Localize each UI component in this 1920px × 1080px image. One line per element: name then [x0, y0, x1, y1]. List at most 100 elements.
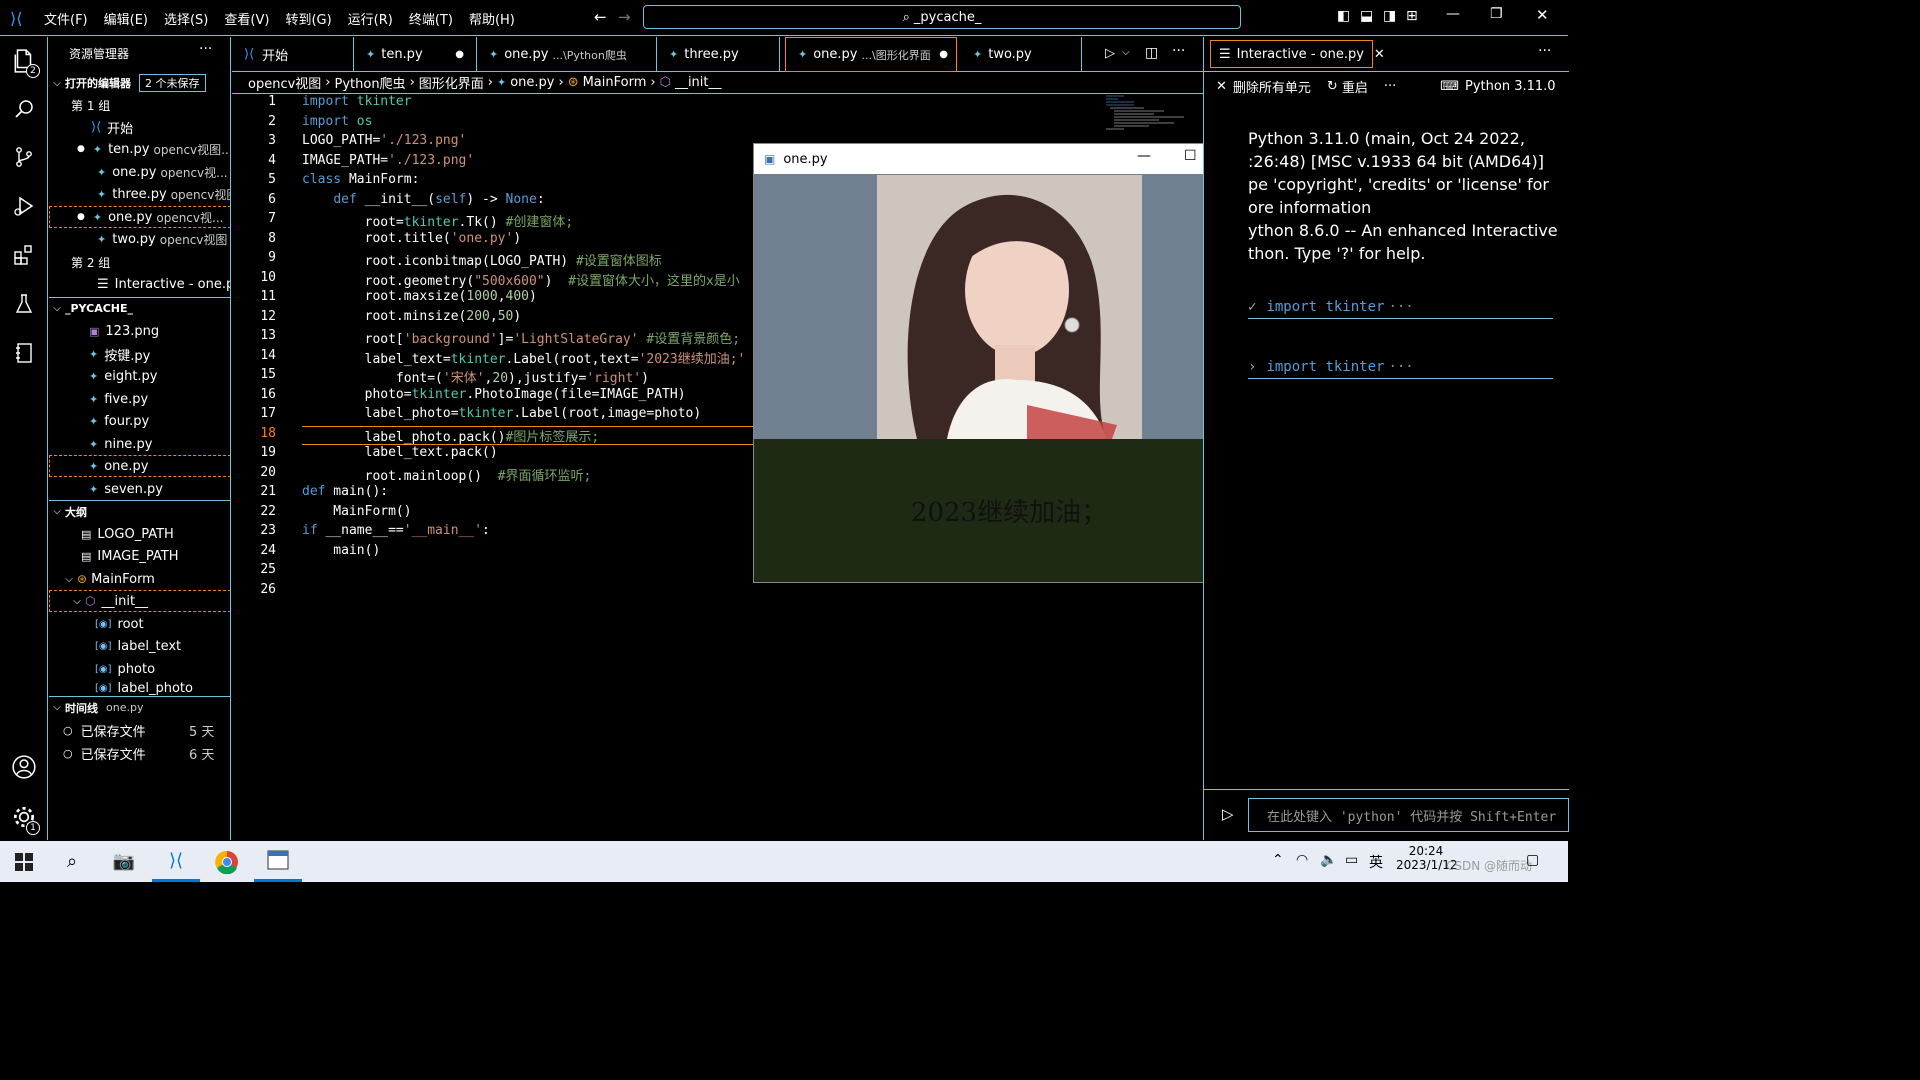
notification-icon[interactable]: ▢ [1526, 852, 1539, 868]
restart-button[interactable]: 重启 [1342, 77, 1368, 96]
code-line[interactable]: if __name__=='__main__': [302, 523, 490, 538]
minimize-icon[interactable]: — [1137, 148, 1151, 164]
file-item[interactable]: ✦ nine.py [49, 433, 230, 455]
source-control-icon[interactable] [0, 133, 48, 181]
command-center[interactable]: ⌕ _pycache_ [643, 5, 1241, 29]
tab-welcome[interactable]: ⟩⟨ 开始 [232, 37, 354, 72]
ime-indicator[interactable]: 英 [1369, 852, 1383, 872]
code-cell[interactable]: › import tkinter ··· [1248, 355, 1553, 379]
tk-title-bar[interactable]: ▣ one.py — ☐ ✕ [754, 144, 1264, 174]
outline-item[interactable]: [◉] photo [49, 658, 230, 680]
outline-header[interactable]: ⌵ 大纲 [49, 500, 230, 522]
code-line[interactable]: root.mainloop() #界面循环监听; [302, 465, 592, 484]
outline-item[interactable]: ⌵ ⊛ MainForm [49, 568, 230, 590]
breadcrumb-item[interactable]: Python爬虫 [335, 73, 406, 92]
tab-interactive[interactable]: ☰ Interactive - one.py ✕ [1210, 40, 1385, 68]
close-icon[interactable]: ✕ [1536, 6, 1549, 24]
code-line[interactable]: root.maxsize(1000,400) [302, 289, 537, 304]
file-item-active[interactable]: ✦ one.py [49, 455, 230, 477]
chrome-icon[interactable] [203, 841, 251, 882]
open-editor-item[interactable]: ✦ two.py opencv视图 [49, 228, 230, 250]
dirty-dot-icon[interactable]: ● [939, 49, 948, 60]
open-editor-item[interactable]: ✦ one.py opencv视... [49, 161, 230, 183]
outline-item[interactable]: [◉] root [49, 613, 230, 635]
search-icon[interactable] [0, 85, 48, 133]
tab-two-py[interactable]: ✦ two.py [961, 37, 1082, 72]
code-line[interactable]: root.iconbitmap(LOGO_PATH) #设置窗体图标 [302, 250, 662, 269]
outline-item-active[interactable]: ⌵ ⬡ __init__ [49, 590, 230, 612]
file-item[interactable]: ✦ 按键.py [49, 343, 230, 365]
toggle-sidebar-icon[interactable]: ◧ [1337, 8, 1350, 24]
code-cell[interactable]: ✓ import tkinter ··· [1248, 295, 1553, 319]
menu-select[interactable]: 选择(S) [164, 9, 208, 28]
code-line[interactable]: root=tkinter.Tk() #创建窗体; [302, 211, 574, 230]
timeline-item[interactable]: ○ 已保存文件 5 天 [49, 719, 230, 741]
tab-three-py[interactable]: ✦ three.py [657, 37, 780, 72]
code-line[interactable]: photo=tkinter.PhotoImage(file=IMAGE_PATH… [302, 387, 686, 402]
menu-help[interactable]: 帮助(H) [469, 9, 515, 28]
outline-item[interactable]: ▤ LOGO_PATH [49, 523, 230, 545]
menu-run[interactable]: 运行(R) [348, 9, 393, 28]
menu-terminal[interactable]: 终端(T) [409, 9, 453, 28]
restore-icon[interactable]: ❐ [1490, 6, 1503, 22]
code-line[interactable]: LOGO_PATH='./123.png' [302, 133, 466, 148]
search-icon[interactable]: ⌕ [48, 841, 96, 882]
explorer-icon[interactable]: 2 [0, 37, 48, 85]
minimap[interactable] [1104, 94, 1189, 134]
wifi-icon[interactable]: ◠ [1296, 852, 1308, 868]
open-editor-item[interactable]: ☰ Interactive - one.py [49, 273, 230, 295]
file-item[interactable]: ✦ five.py [49, 388, 230, 410]
file-item[interactable]: ✦ seven.py [49, 478, 230, 500]
python-window-icon[interactable] [254, 841, 302, 882]
toggle-panel-icon[interactable]: ⬓ [1360, 8, 1373, 24]
open-editor-item[interactable]: ● ✦ ten.py opencv视图... [49, 138, 230, 160]
more-actions-icon[interactable]: ··· [1384, 79, 1396, 94]
timeline-header[interactable]: ⌵ 时间线 one.py [49, 696, 230, 718]
menu-goto[interactable]: 转到(G) [285, 9, 331, 28]
breadcrumb-item[interactable]: opencv视图 [248, 73, 321, 92]
folder-header[interactable]: ⌵ _PYCACHE_ [49, 297, 230, 319]
toggle-secondary-sidebar-icon[interactable]: ◨ [1383, 8, 1396, 24]
file-item[interactable]: ✦ eight.py [49, 365, 230, 387]
more-actions-icon[interactable]: ··· [199, 41, 212, 57]
extensions-icon[interactable] [0, 231, 48, 279]
breadcrumb-item[interactable]: one.py [510, 75, 554, 90]
code-line[interactable]: MainForm() [302, 504, 411, 519]
open-editor-item-active[interactable]: ● ✦ one.py opencv视... [49, 206, 230, 228]
more-actions-icon[interactable]: ··· [1538, 43, 1551, 59]
code-line[interactable]: IMAGE_PATH='./123.png' [302, 153, 474, 168]
menu-edit[interactable]: 编辑(E) [104, 9, 148, 28]
code-line[interactable]: root.geometry("500x600") #设置窗体大小，这里的x是小 [302, 270, 740, 289]
forward-arrow-icon[interactable]: → [618, 8, 631, 26]
outline-item[interactable]: ▤ IMAGE_PATH [49, 545, 230, 567]
clear-all-button[interactable]: 删除所有单元 [1233, 77, 1311, 96]
breadcrumb-item[interactable]: 图形化界面 [419, 73, 484, 92]
vscode-taskbar-icon[interactable]: ⟩⟨ [152, 841, 200, 882]
menu-file[interactable]: 文件(F) [44, 9, 88, 28]
code-line[interactable]: label_text.pack() [302, 445, 498, 460]
open-editors-header[interactable]: ⌵ 打开的编辑器 2 个未保存 [49, 72, 230, 94]
split-editor-icon[interactable]: ◫ [1145, 45, 1158, 61]
code-line[interactable]: label_photo=tkinter.Label(root,image=pho… [302, 406, 702, 421]
tab-ten-py[interactable]: ✦ ten.py ● [354, 37, 477, 72]
battery-icon[interactable]: ▭ [1345, 852, 1358, 868]
code-line[interactable]: def main(): [302, 484, 388, 499]
tk-window[interactable]: ▣ one.py — ☐ ✕ 2023继续加油； [753, 143, 1265, 583]
code-line[interactable]: label_text=tkinter.Label(root,text='2023… [302, 348, 746, 367]
code-line[interactable]: import tkinter [302, 94, 412, 109]
outline-item[interactable]: [◉] label_photo [49, 680, 230, 696]
code-line[interactable]: font=('宋体',20),justify='right') [302, 367, 649, 386]
chevron-down-icon[interactable]: ⌵ [1122, 47, 1130, 58]
breadcrumb-item[interactable]: MainForm [583, 75, 647, 90]
timeline-item[interactable]: ○ 已保存文件 6 天 [49, 742, 230, 764]
volume-icon[interactable]: 🔈 [1320, 852, 1337, 868]
gear-icon[interactable]: 1 [0, 793, 48, 841]
run-debug-icon[interactable] [0, 182, 48, 230]
code-line[interactable]: root['background']='LightSlateGray' #设置背… [302, 328, 740, 347]
code-line[interactable]: root.minsize(200,50) [302, 309, 522, 324]
code-line[interactable]: class MainForm: [302, 172, 419, 187]
dirty-dot-icon[interactable]: ● [455, 49, 464, 60]
open-editor-item[interactable]: ⟩⟨ 开始 [49, 116, 230, 138]
run-icon[interactable]: ▷ [1105, 46, 1115, 61]
code-line[interactable]: import os [302, 114, 372, 129]
